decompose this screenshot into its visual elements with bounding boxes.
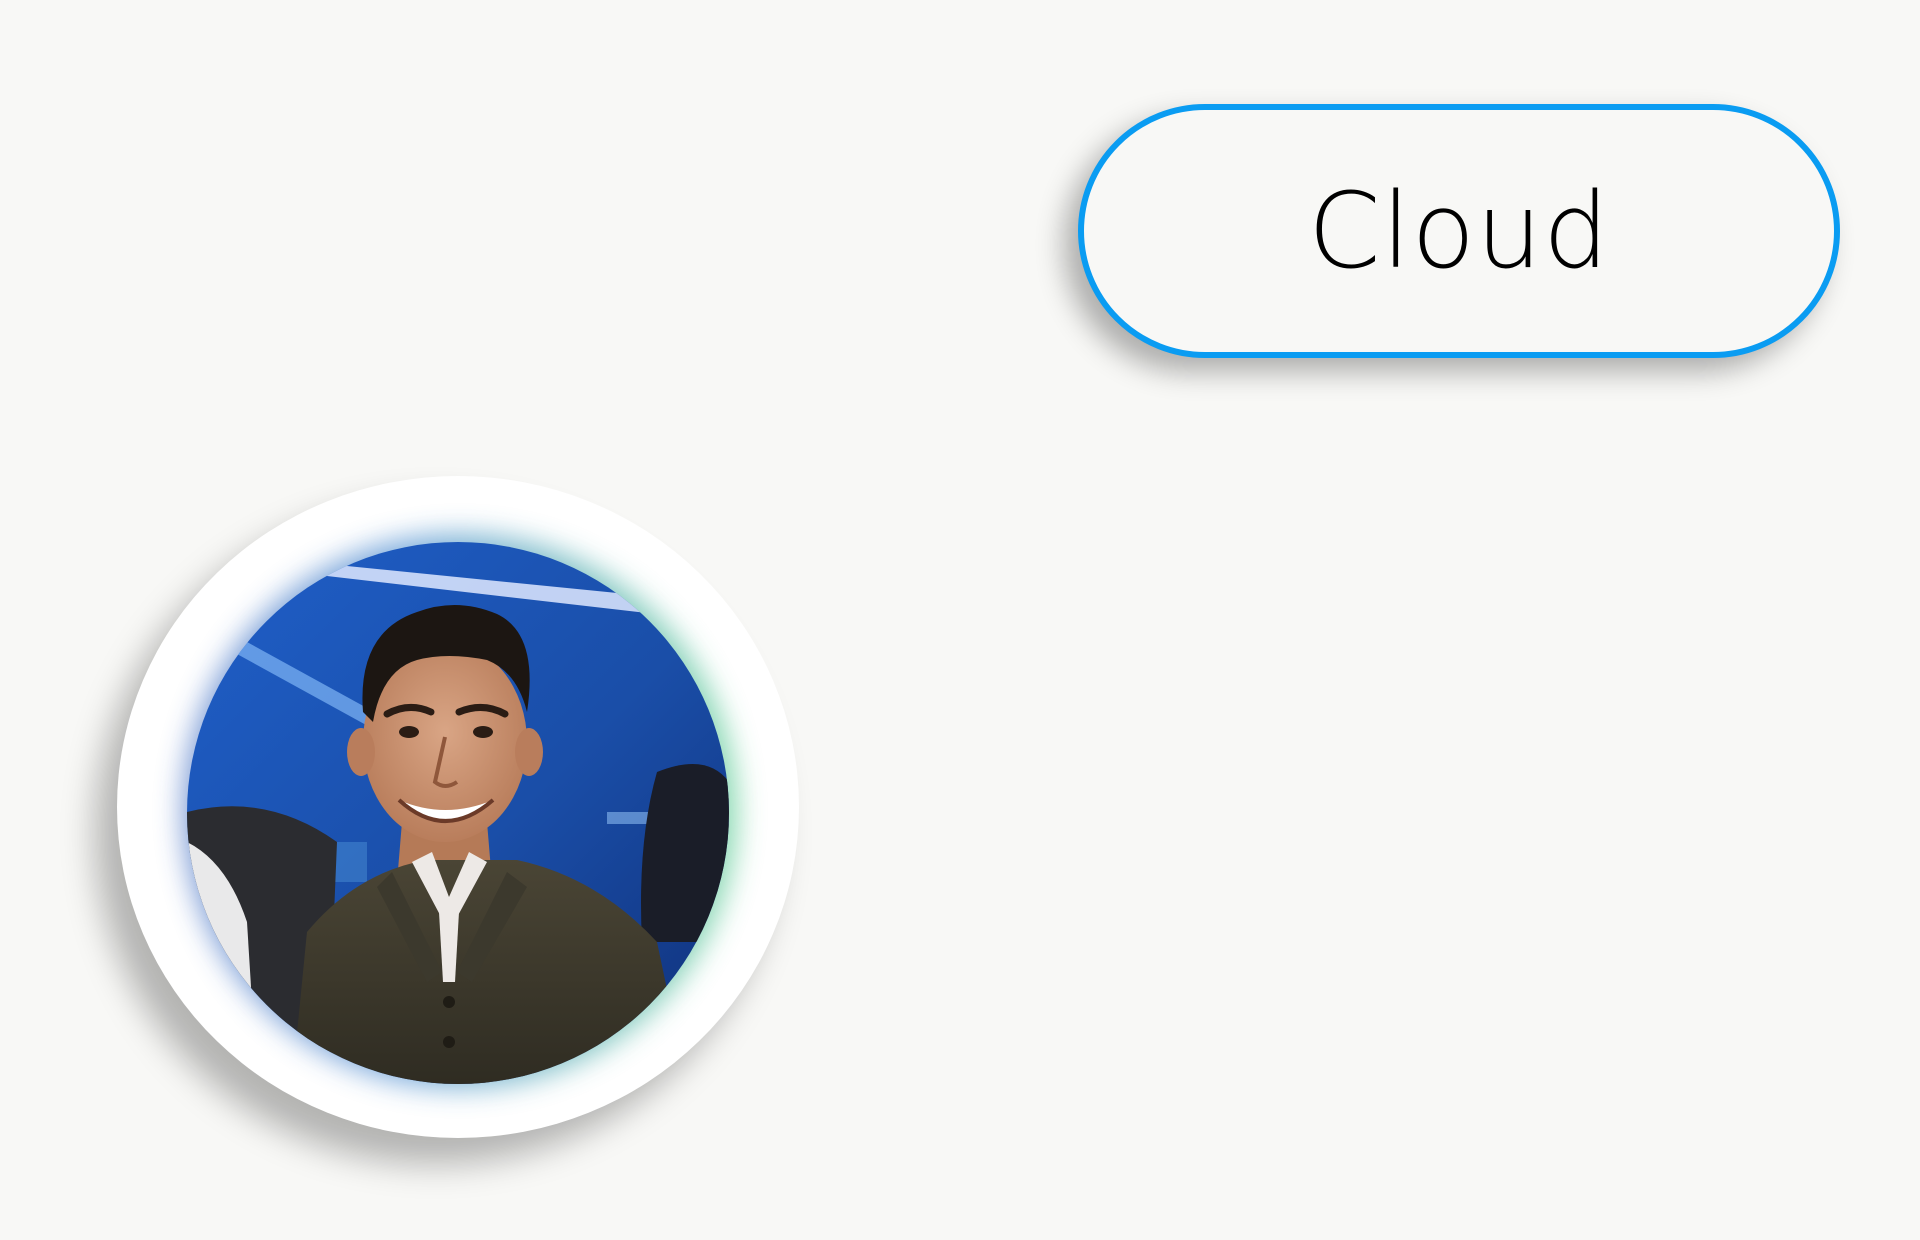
cloud-button[interactable]: Cloud	[1078, 104, 1840, 358]
avatar[interactable]	[117, 476, 799, 1138]
page-canvas: Cloud	[0, 0, 1920, 1240]
avatar-photo	[187, 542, 729, 1084]
cloud-button-label: Cloud	[1307, 170, 1611, 292]
user-photo-icon	[187, 542, 729, 1084]
